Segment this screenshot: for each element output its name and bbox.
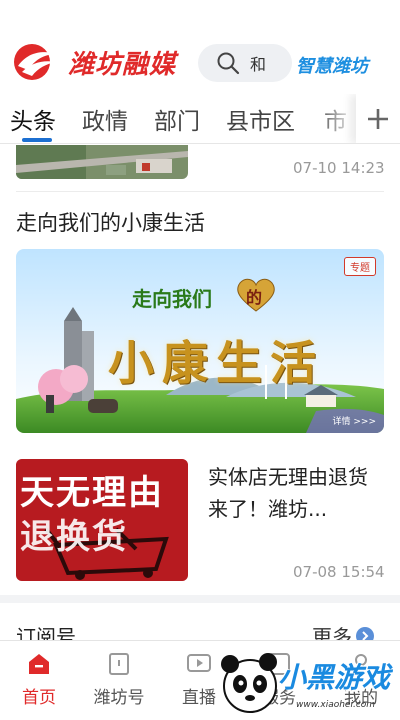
banner-main-title: 小康生活 [108, 336, 324, 390]
topic-tag: 专题 [344, 257, 376, 276]
section-gap [0, 595, 400, 603]
news-time: 07-10 14:23 [293, 159, 385, 177]
watermark: 小黑游戏 www.xiaohei.com [216, 648, 400, 720]
logo-mark-icon [14, 44, 58, 80]
tab-departments[interactable]: 部门 [154, 102, 200, 136]
news-thumbnail[interactable]: 天无理由 退换货 [16, 459, 188, 581]
tab-politics[interactable]: 政情 [82, 102, 128, 136]
banner-heading: 走向我们 [132, 287, 212, 311]
search-icon [217, 52, 240, 75]
topic-title[interactable]: 走向我们的小康生活 [16, 207, 205, 237]
more-label: 更多 [312, 625, 352, 640]
plus-icon [368, 109, 388, 129]
nav-home[interactable]: 首页 [4, 651, 74, 708]
home-icon [29, 654, 49, 674]
smart-weifang-link[interactable]: 智慧潍坊 [296, 52, 368, 78]
divider [16, 191, 384, 192]
watermark-url: www.xiaohei.com [296, 700, 376, 710]
aerial-city-image [16, 145, 188, 179]
thumb-text-line1: 天无理由 [20, 473, 164, 513]
topic-banner[interactable]: 专题 走向我们 的 小康生活 详情 >>> [16, 249, 384, 433]
banner-detail-link: 详情 >>> [332, 417, 376, 427]
search-input[interactable]: 和 [250, 51, 266, 75]
news-feed: 07-10 14:23 走向我们的小康生活 专题 走向我们 的 小康生活 详情 … [0, 145, 400, 640]
thumb-text-line2: 退换货 [20, 517, 128, 557]
app-header: 潍坊融媒 和 智慧潍坊 [0, 0, 400, 92]
heart-icon: 的 [234, 277, 278, 313]
nav-weifang-hao[interactable]: 潍坊号 [84, 651, 154, 708]
bookmark-icon [109, 653, 129, 675]
watermark-text: 小黑游戏 [278, 661, 391, 694]
news-title[interactable]: 实体店无理由退货来了！潍坊... [208, 461, 386, 525]
tab-headlines[interactable]: 头条 [10, 102, 56, 136]
subscribe-title: 订阅号 [16, 625, 76, 640]
channel-tabs: 头条 政情 部门 县市区 市 [0, 94, 400, 144]
tab-fade [316, 94, 356, 143]
more-button[interactable]: 更多 [312, 621, 374, 640]
active-tab-indicator [22, 138, 52, 142]
video-icon [187, 654, 211, 672]
news-thumbnail[interactable] [16, 145, 188, 179]
add-channel-button[interactable] [356, 94, 400, 143]
app-logo: 潍坊融媒 [12, 42, 176, 82]
nav-label: 潍坊号 [93, 688, 145, 708]
news-time: 07-08 15:54 [293, 563, 385, 581]
chevron-right-icon [356, 626, 374, 640]
tab-counties[interactable]: 县市区 [226, 102, 295, 136]
nav-label: 首页 [22, 688, 56, 708]
panda-icon [221, 653, 277, 713]
logo-text: 潍坊融媒 [68, 49, 177, 80]
heart-char: 的 [246, 288, 263, 307]
search-bar[interactable]: 和 [198, 44, 292, 82]
